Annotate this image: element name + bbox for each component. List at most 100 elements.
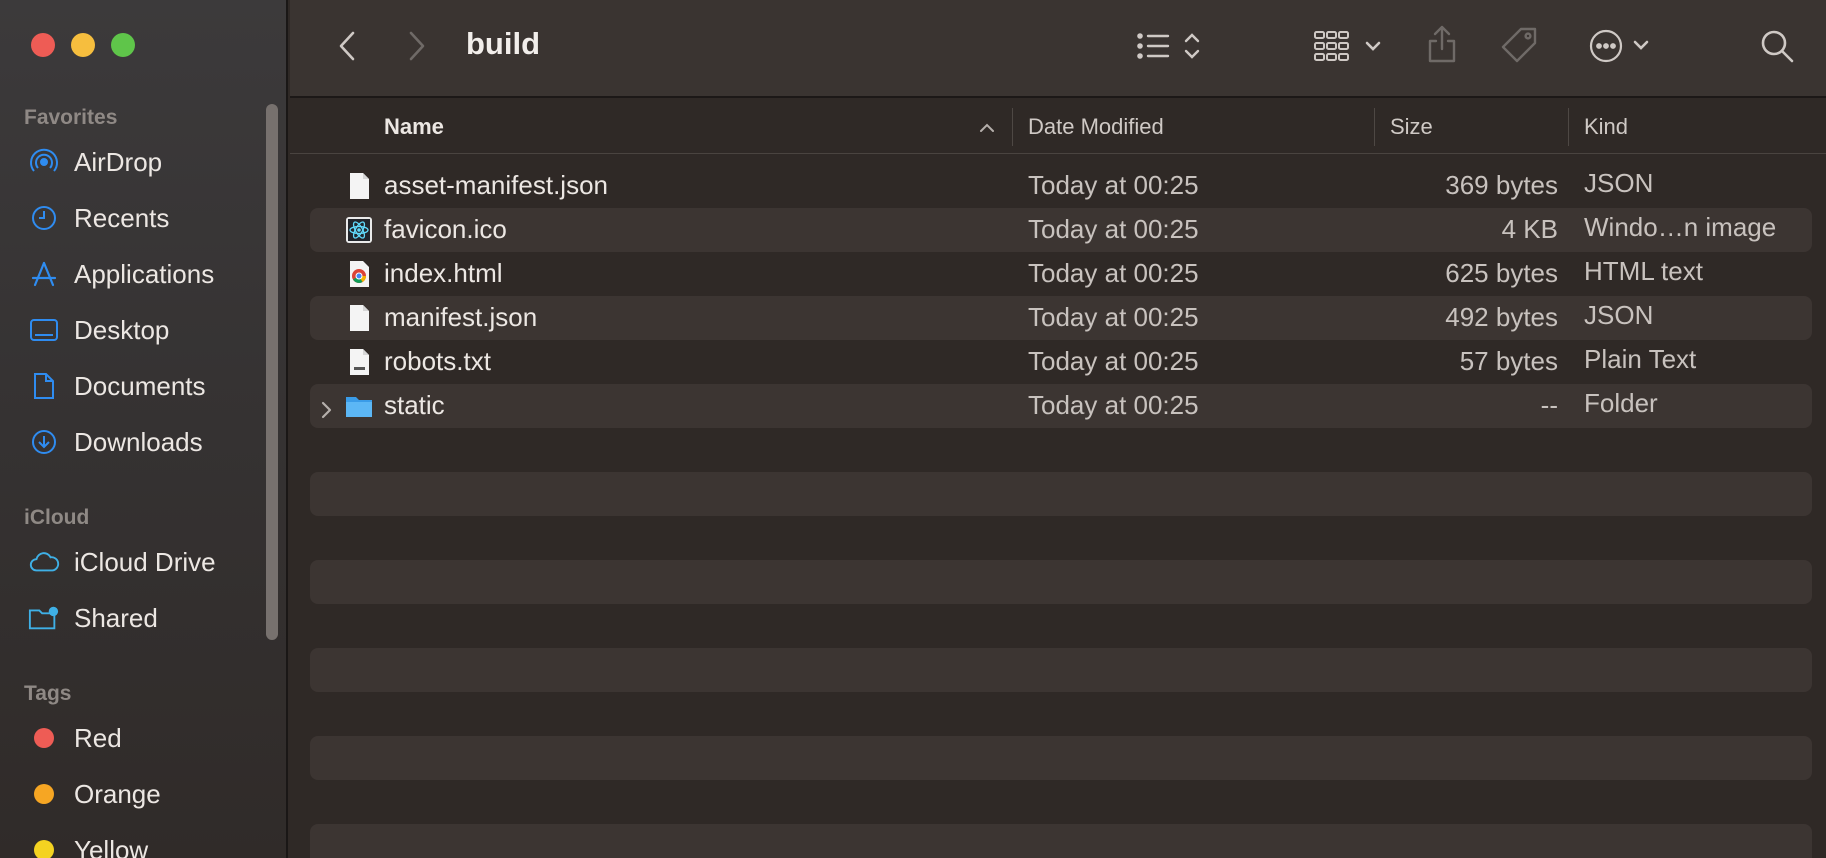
file-kind: JSON [1584,168,1654,198]
file-size: 492 bytes [1445,302,1558,332]
empty-row [310,472,1812,516]
column-header-kind[interactable]: Kind [1584,114,1628,140]
file-name: favicon.ico [384,214,507,244]
column-header-name[interactable]: Name [384,114,444,140]
clock-icon [28,202,60,234]
sidebar-tag-yellow[interactable]: Yellow [28,830,148,858]
back-button[interactable] [332,28,362,64]
file-row-asset-manifest[interactable]: asset-manifest.json Today at 00:25 369 b… [310,164,1812,208]
sidebar-item-documents[interactable]: Documents [28,366,206,406]
sidebar-item-label: Yellow [74,834,149,858]
file-name: index.html [384,258,503,288]
window-controls [31,33,135,57]
json-file-icon [344,303,374,333]
file-size: 57 bytes [1459,346,1558,376]
file-row-static-folder[interactable]: static Today at 00:25 -- Folder [310,384,1812,428]
sidebar-item-label: AirDrop [74,146,163,177]
sidebar-item-recents[interactable]: Recents [28,198,169,238]
sort-ascending-icon[interactable] [978,120,996,138]
sidebar-item-label: Applications [74,258,215,289]
file-name: manifest.json [384,302,538,332]
sidebar-item-shared[interactable]: Shared [28,598,158,638]
sidebar-item-label: iCloud Drive [74,546,216,577]
empty-row [310,604,1812,648]
maximize-window-button[interactable] [111,33,135,57]
empty-row [310,780,1812,824]
shared-folder-icon [28,602,60,634]
list-view-icon [1137,33,1200,59]
red-tag-icon [34,728,54,748]
ellipsis-circle-icon [1589,29,1649,63]
sidebar-item-downloads[interactable]: Downloads [28,422,203,462]
file-kind: Folder [1584,388,1658,418]
applications-icon [28,258,60,290]
file-kind: Windo…n image [1584,212,1777,242]
file-date-modified: Today at 00:25 [1028,258,1199,288]
file-size: -- [1540,390,1558,420]
file-kind: Plain Text [1584,344,1697,374]
empty-row [310,692,1812,736]
list-view-button[interactable] [1132,28,1212,64]
close-window-button[interactable] [31,33,55,57]
file-name: asset-manifest.json [384,170,608,200]
sidebar-item-label: Downloads [74,426,203,457]
file-row-manifest[interactable]: manifest.json Today at 00:25 492 bytes J… [310,296,1812,340]
orange-tag-icon [34,784,54,804]
column-header-bar: Name Date Modified Size Kind [290,100,1826,154]
empty-row [310,736,1812,780]
share-icon [1428,25,1456,63]
window-title: build [466,26,541,61]
chrome-html-file-icon [344,259,374,289]
toolbar: build [290,0,1826,98]
tags-section-label: Tags [24,682,72,705]
empty-row [310,428,1812,472]
file-date-modified: Today at 00:25 [1028,346,1199,376]
sidebar-scrollbar[interactable] [266,104,278,640]
file-row-favicon[interactable]: favicon.ico Today at 00:25 4 KB Windo…n … [310,208,1812,252]
share-button[interactable] [1422,22,1462,66]
forward-button[interactable] [402,28,432,64]
file-row-index-html[interactable]: index.html Today at 00:25 625 bytes HTML… [310,252,1812,296]
file-size: 369 bytes [1445,170,1558,200]
file-kind: HTML text [1584,256,1703,286]
empty-row [310,648,1812,692]
tag-icon [1501,27,1537,63]
favorites-section-label: Favorites [24,106,118,129]
json-file-icon [344,171,374,201]
document-icon [28,370,60,402]
tag-button[interactable] [1498,24,1542,66]
sidebar-tag-orange[interactable]: Orange [28,774,161,814]
chevron-right-icon [409,31,425,61]
sidebar-item-applications[interactable]: Applications [28,254,214,294]
column-divider[interactable] [1012,108,1013,146]
file-date-modified: Today at 00:25 [1028,170,1199,200]
sidebar-item-icloud-drive[interactable]: iCloud Drive [28,542,216,582]
minimize-window-button[interactable] [71,33,95,57]
search-icon [1761,30,1794,63]
sidebar-item-airdrop[interactable]: AirDrop [28,142,162,182]
grid-icon [1314,31,1381,61]
column-header-date-modified[interactable]: Date Modified [1028,114,1164,140]
sidebar-item-label: Desktop [74,314,170,345]
react-icon-file-icon [344,215,374,245]
cloud-icon [28,546,60,578]
yellow-tag-icon [34,840,54,858]
group-by-button[interactable] [1310,26,1394,66]
file-date-modified: Today at 00:25 [1028,214,1199,244]
more-actions-button[interactable] [1586,26,1656,66]
file-row-robots[interactable]: robots.txt Today at 00:25 57 bytes Plain… [310,340,1812,384]
desktop-icon [28,314,60,346]
sidebar-item-desktop[interactable]: Desktop [28,310,169,350]
file-kind: JSON [1584,300,1654,330]
sidebar-tag-red[interactable]: Red [28,718,122,758]
sidebar: Favorites AirDrop Recents Applications D… [0,0,288,858]
search-button[interactable] [1758,26,1796,66]
disclosure-triangle-icon[interactable] [320,396,332,427]
file-list: asset-manifest.json Today at 00:25 369 b… [310,164,1812,858]
column-divider[interactable] [1568,108,1569,146]
sidebar-item-label: Orange [74,778,161,809]
airdrop-icon [28,146,60,178]
file-date-modified: Today at 00:25 [1028,302,1199,332]
column-header-size[interactable]: Size [1390,114,1433,140]
column-divider[interactable] [1374,108,1375,146]
